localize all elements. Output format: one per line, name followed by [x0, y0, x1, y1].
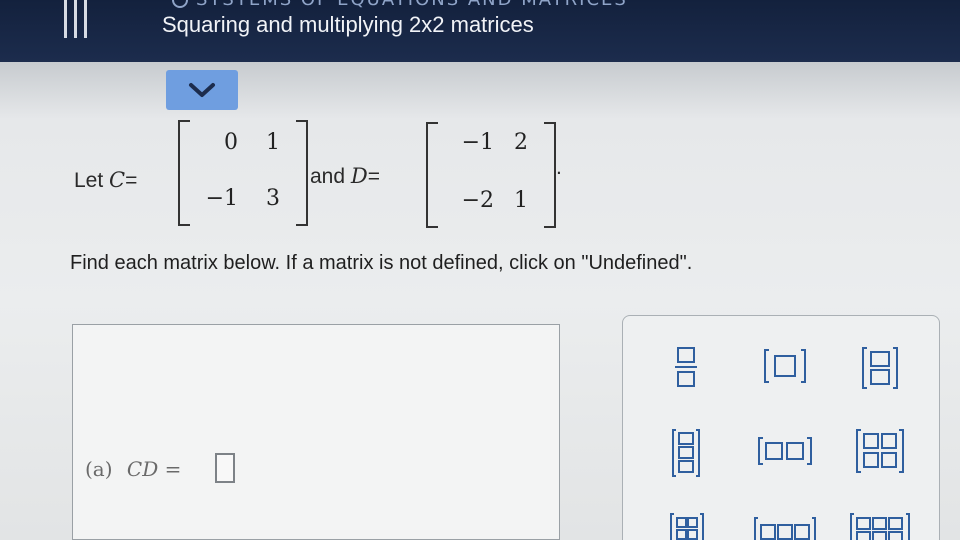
- matrix-d: −1 2 −2 1: [426, 122, 556, 228]
- section-status-icon: [172, 0, 188, 8]
- instruction-text: Find each matrix below. If a matrix is n…: [70, 252, 693, 274]
- section-breadcrumb: SYSTEMS OF EQUATIONS AND MATRICES: [172, 0, 628, 10]
- matrix-2x3-tool-icon[interactable]: [849, 512, 911, 540]
- matrix-3x2-tool-icon[interactable]: [669, 512, 705, 540]
- matrix-d-cell: 1: [514, 188, 528, 213]
- matrix-2x1-tool-icon[interactable]: [861, 346, 899, 390]
- answer-area: (a) CD =: [72, 324, 560, 540]
- matrix-d-name: D: [350, 164, 368, 188]
- matrix-c: 0 1 −1 3: [178, 120, 308, 226]
- top-header: SYSTEMS OF EQUATIONS AND MATRICES Squari…: [0, 0, 960, 62]
- fraction-tool-icon[interactable]: [675, 346, 697, 388]
- content-panel: Let C= 0 1 −1 3 and D= −1 2 −2 1 . Find …: [0, 62, 960, 540]
- chevron-down-icon: [189, 83, 215, 97]
- problem-statement: Let C= 0 1 −1 3 and D= −1 2 −2 1 .: [74, 120, 774, 240]
- collapse-button[interactable]: [166, 70, 238, 110]
- matrix-c-cell: 3: [266, 186, 280, 211]
- matrix-2x2-tool-icon[interactable]: [855, 428, 905, 474]
- matrix-3x1-tool-icon[interactable]: [671, 428, 701, 478]
- period: .: [556, 156, 562, 179]
- menu-icon[interactable]: [62, 0, 92, 38]
- matrix-c-name: C: [109, 168, 126, 192]
- and-text: and: [310, 165, 346, 188]
- let-text: Let: [74, 169, 104, 192]
- matrix-1x1-tool-icon[interactable]: [763, 348, 807, 384]
- section-breadcrumb-text: SYSTEMS OF EQUATIONS AND MATRICES: [196, 0, 628, 10]
- matrix-c-cell: 1: [266, 130, 280, 155]
- matrix-d-cell: 2: [514, 130, 528, 155]
- equals-sign: =: [125, 169, 138, 192]
- part-a-expression: CD =: [126, 457, 182, 481]
- matrix-c-cell: −1: [205, 186, 238, 211]
- equals-sign: =: [367, 165, 380, 188]
- matrix-c-cell: 0: [224, 130, 238, 155]
- matrix-1x3-tool-icon[interactable]: [753, 516, 817, 540]
- page-title: Squaring and multiplying 2x2 matrices: [162, 12, 534, 37]
- matrix-1x2-tool-icon[interactable]: [757, 436, 813, 466]
- math-tool-palette: [622, 315, 940, 540]
- part-a-number: (a): [85, 457, 113, 481]
- answer-input-cd[interactable]: [215, 453, 235, 483]
- part-a-label: (a) CD =: [85, 457, 181, 481]
